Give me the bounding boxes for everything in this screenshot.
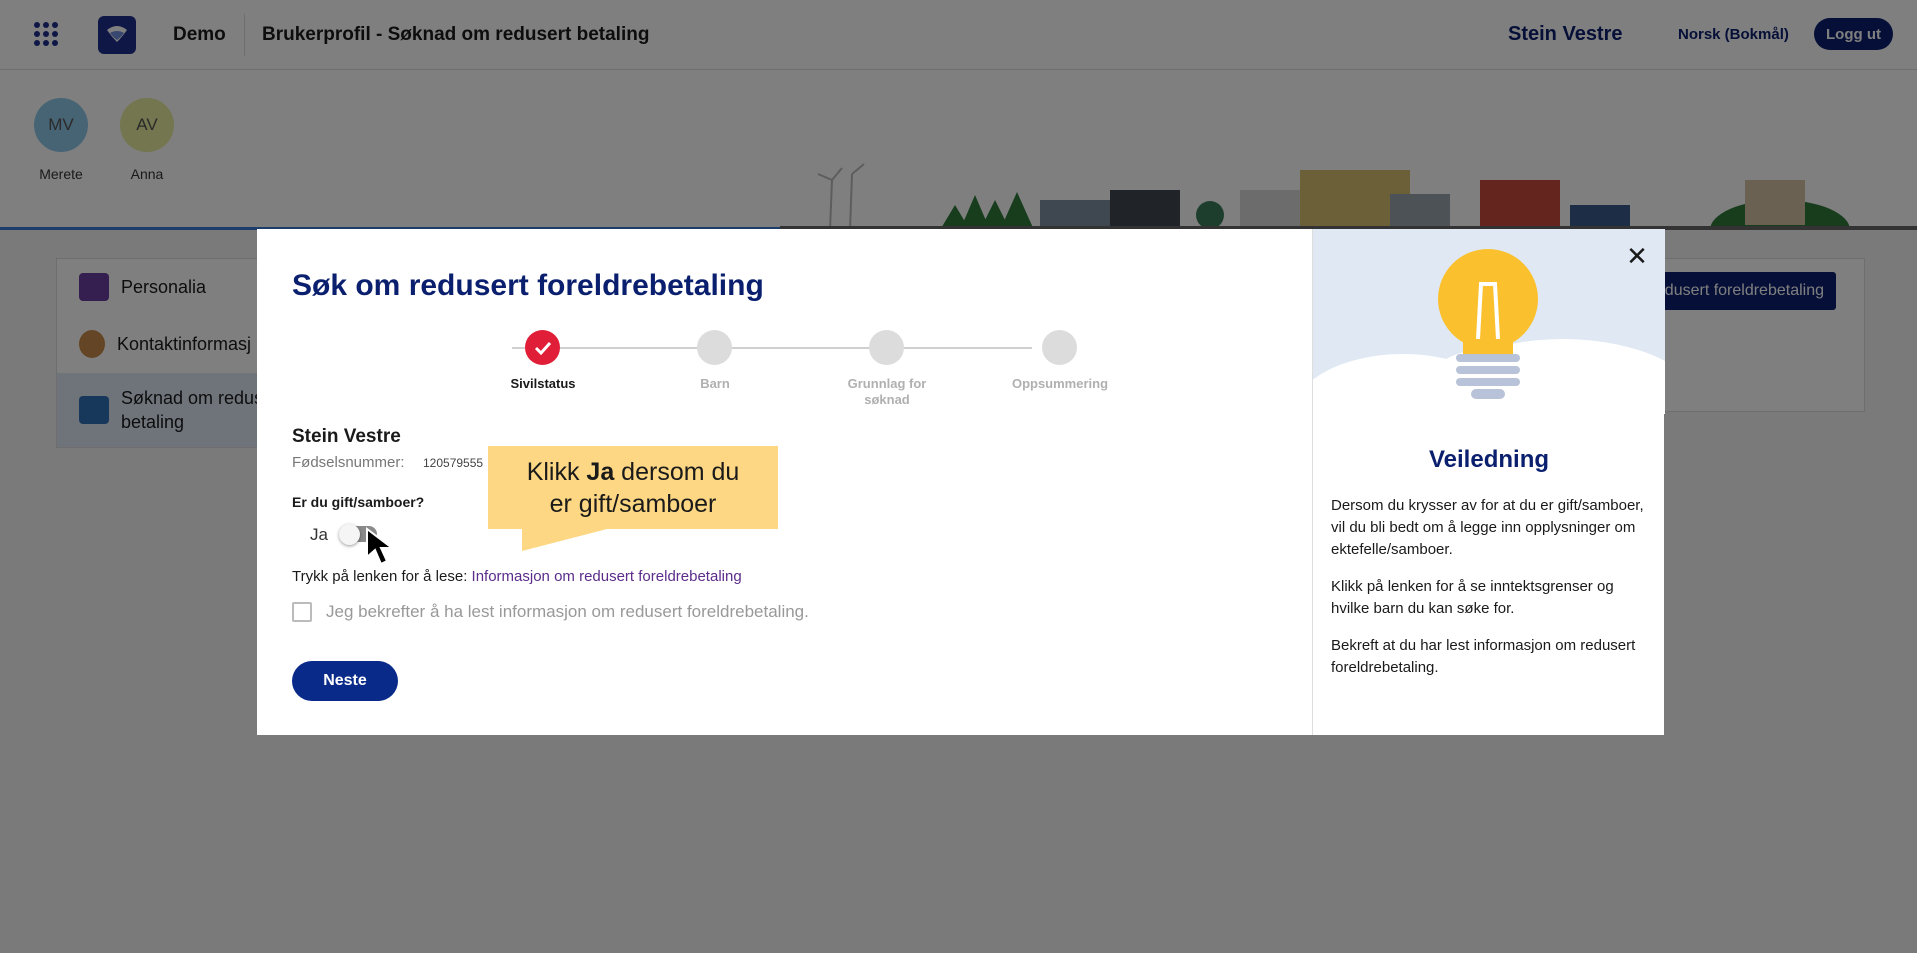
- close-icon[interactable]: ✕: [1624, 241, 1650, 271]
- link-prefix: Trykk på lenken for å lese:: [292, 568, 472, 585]
- applicant-name: Stein Vestre: [292, 426, 401, 447]
- callout-line-2: er gift/samboer: [549, 489, 717, 518]
- ssn-value: 120579555: [423, 456, 484, 470]
- stepper: Sivilstatus Barn Grunnlag for søknad Opps…: [457, 329, 1108, 419]
- step-4-label: Oppsummering: [1011, 376, 1109, 391]
- stepper-line: [512, 347, 1032, 349]
- guide-title: Veiledning: [1428, 446, 1550, 473]
- step-3-circle: [869, 330, 904, 365]
- ssn-label: Fødselsnummer:: [292, 454, 405, 471]
- step-4-circle: [1042, 330, 1077, 365]
- modal-main: Søk om redusert foreldrebetaling Sivilst…: [257, 229, 1312, 735]
- info-link[interactable]: Informasjon om redusert foreldrebetaling: [472, 568, 742, 585]
- step-1-circle: [525, 330, 560, 365]
- guide-paragraph-1: Dersom du krysser av for at du er gift/s…: [1331, 497, 1644, 558]
- guide-panel: ✕ Veiledning Dersom du krysser av for at…: [1312, 229, 1665, 735]
- callout-tail: [522, 529, 607, 551]
- step-1-label: Sivilstatus: [510, 376, 576, 391]
- modal-title: Søk om redusert foreldrebetaling: [292, 269, 764, 302]
- next-button[interactable]: Neste: [292, 661, 398, 701]
- confirm-checkbox[interactable]: [292, 602, 312, 622]
- step-3-label: Grunnlag for søknad: [847, 376, 927, 407]
- mouse-pointer-icon: [366, 527, 395, 566]
- info-link-line: Trykk på lenken for å lese: Informasjon …: [292, 568, 742, 585]
- callout-line-1: Klikk Ja dersom du: [526, 457, 740, 486]
- step-2-label: Barn: [700, 376, 730, 391]
- step-2-circle: [697, 330, 732, 365]
- checkmark-icon: [534, 341, 551, 355]
- guide-illustration: [1313, 229, 1665, 414]
- toggle-label: Ja: [310, 525, 328, 544]
- application-modal: Søk om redusert foreldrebetaling Sivilst…: [257, 229, 1665, 735]
- tutorial-callout: Klikk Ja dersom du er gift/samboer: [488, 446, 778, 529]
- married-question: Er du gift/samboer?: [292, 494, 425, 510]
- guide-paragraph-2: Klikk på lenken for å se inntektsgrenser…: [1331, 578, 1614, 617]
- guide-paragraph-3: Bekreft at du har lest informasjon om re…: [1331, 637, 1636, 676]
- lightbulb-icon: [1313, 249, 1665, 414]
- confirm-label[interactable]: Jeg bekrefter å ha lest informasjon om r…: [326, 602, 809, 622]
- married-toggle-knob[interactable]: [339, 524, 360, 545]
